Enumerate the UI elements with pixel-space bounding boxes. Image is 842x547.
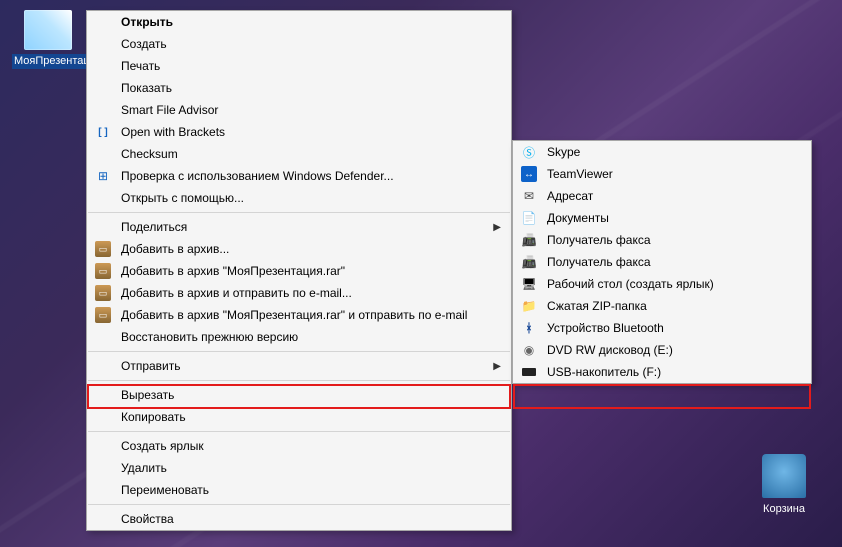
recycle-bin-label: Корзина — [761, 502, 807, 517]
file-thumbnail — [24, 10, 72, 50]
winrar-icon — [95, 241, 111, 257]
menu-add-to-archive[interactable]: Добавить в архив... — [87, 238, 511, 260]
file-icon-pptx[interactable]: МояПрезентация.pptx — [12, 10, 84, 69]
fax-icon — [521, 254, 537, 270]
separator — [88, 351, 510, 352]
sendto-zip[interactable]: Сжатая ZIP-папка — [513, 295, 811, 317]
bluetooth-icon — [521, 320, 537, 336]
chevron-right-icon: ▶ — [493, 222, 501, 233]
menu-add-and-email[interactable]: Добавить в архив и отправить по e-mail..… — [87, 282, 511, 304]
separator — [88, 504, 510, 505]
sendto-skype[interactable]: Skype — [513, 141, 811, 163]
menu-send-to[interactable]: Отправить▶ — [87, 355, 511, 377]
fax-icon — [521, 232, 537, 248]
menu-windows-defender[interactable]: Проверка с использованием Windows Defend… — [87, 165, 511, 187]
context-menu: Открыть Создать Печать Показать Smart Fi… — [86, 10, 512, 531]
winrar-icon — [95, 263, 111, 279]
menu-create[interactable]: Создать — [87, 33, 511, 55]
highlight-usb — [513, 384, 811, 409]
defender-icon — [95, 168, 111, 184]
sendto-fax-2[interactable]: Получатель факса — [513, 251, 811, 273]
brackets-icon — [95, 124, 111, 140]
zip-icon — [521, 298, 537, 314]
dvd-icon — [521, 342, 537, 358]
menu-share[interactable]: Поделиться▶ — [87, 216, 511, 238]
menu-rename[interactable]: Переименовать — [87, 479, 511, 501]
menu-print[interactable]: Печать — [87, 55, 511, 77]
menu-open-with[interactable]: Открыть с помощью... — [87, 187, 511, 209]
separator — [88, 212, 510, 213]
winrar-icon — [95, 285, 111, 301]
menu-add-rar-and-email[interactable]: Добавить в архив "МояПрезентация.rar" и … — [87, 304, 511, 326]
menu-cut[interactable]: Вырезать — [87, 384, 511, 406]
chevron-right-icon: ▶ — [493, 361, 501, 372]
menu-open[interactable]: Открыть — [87, 11, 511, 33]
menu-delete[interactable]: Удалить — [87, 457, 511, 479]
winrar-icon — [95, 307, 111, 323]
sendto-bluetooth[interactable]: Устройство Bluetooth — [513, 317, 811, 339]
menu-smart-file-advisor[interactable]: Smart File Advisor — [87, 99, 511, 121]
recycle-bin[interactable]: Корзина — [748, 454, 820, 517]
menu-create-shortcut[interactable]: Создать ярлык — [87, 435, 511, 457]
usb-icon — [521, 364, 537, 380]
sendto-usb[interactable]: USB-накопитель (F:) — [513, 361, 811, 383]
teamviewer-icon — [521, 166, 537, 182]
menu-restore-previous[interactable]: Восстановить прежнюю версию — [87, 326, 511, 348]
menu-open-with-brackets[interactable]: Open with Brackets — [87, 121, 511, 143]
separator — [88, 380, 510, 381]
send-to-submenu: Skype TeamViewer Адресат Документы Получ… — [512, 140, 812, 384]
menu-properties[interactable]: Свойства — [87, 508, 511, 530]
recycle-bin-icon — [762, 454, 806, 498]
sendto-mail-recipient[interactable]: Адресат — [513, 185, 811, 207]
documents-icon — [521, 210, 537, 226]
mail-icon — [521, 188, 537, 204]
separator — [88, 431, 510, 432]
sendto-documents[interactable]: Документы — [513, 207, 811, 229]
sendto-teamviewer[interactable]: TeamViewer — [513, 163, 811, 185]
sendto-fax-1[interactable]: Получатель факса — [513, 229, 811, 251]
menu-add-to-rar[interactable]: Добавить в архив "МояПрезентация.rar" — [87, 260, 511, 282]
menu-checksum[interactable]: Checksum — [87, 143, 511, 165]
sendto-desktop-shortcut[interactable]: Рабочий стол (создать ярлык) — [513, 273, 811, 295]
menu-show[interactable]: Показать — [87, 77, 511, 99]
skype-icon — [521, 144, 537, 160]
menu-copy[interactable]: Копировать — [87, 406, 511, 428]
sendto-dvd[interactable]: DVD RW дисковод (E:) — [513, 339, 811, 361]
desktop-icon — [521, 276, 537, 292]
